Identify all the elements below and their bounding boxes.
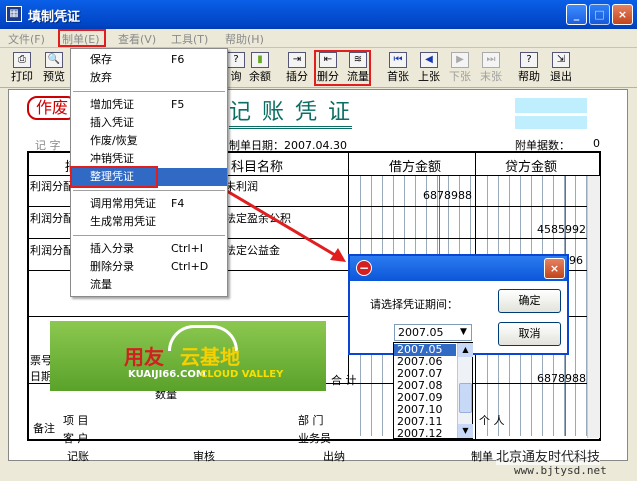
menu-item-add-voucher[interactable]: 增加凭证 F5 (71, 96, 227, 114)
scroll-down-icon[interactable]: ▼ (458, 424, 473, 438)
chevron-down-icon: ▼ (460, 327, 467, 337)
menu-item-cashflow[interactable]: 流量 (71, 276, 227, 294)
menu-separator (73, 190, 225, 191)
period-options-list: 2007.05 2007.06 2007.07 2007.08 2007.09 … (393, 342, 473, 440)
menu-separator (73, 235, 225, 236)
annotation-box-menu-item (70, 166, 158, 188)
dialog-title-bar: − × (350, 256, 567, 281)
menu-item-discard[interactable]: 放弃 (71, 69, 227, 87)
menu-item-save[interactable]: 保存 F6 (71, 51, 227, 69)
menu-item-insert-voucher[interactable]: 插入凭证 (71, 114, 227, 132)
menu-item-create-template[interactable]: 生成常用凭证 (71, 213, 227, 231)
watermark-url: www.bjtysd.net (514, 464, 607, 477)
scroll-up-icon[interactable]: ▲ (458, 343, 473, 357)
menu-separator (73, 91, 225, 92)
menu-item-delete-entry[interactable]: 删除分录 Ctrl+D (71, 258, 227, 276)
menu-item-insert-entry[interactable]: 插入分录 Ctrl+I (71, 240, 227, 258)
cancel-button[interactable]: 取消 (498, 322, 561, 346)
dialog-prompt: 请选择凭证期间： (370, 298, 458, 311)
period-dialog: − × 请选择凭证期间： 确定 取消 2007.05 ▼ (348, 254, 569, 355)
menu-item-use-template[interactable]: 调用常用凭证 F4 (71, 195, 227, 213)
options-scrollbar[interactable]: ▲ ▼ (457, 343, 473, 438)
stop-icon: − (356, 260, 372, 276)
menu-item-void-restore[interactable]: 作废/恢复 (71, 132, 227, 150)
period-select[interactable]: 2007.05 ▼ (394, 324, 472, 341)
ok-button[interactable]: 确定 (498, 289, 561, 313)
period-select-value: 2007.05 (398, 326, 444, 339)
period-option[interactable]: 2007.12 (394, 428, 456, 440)
watermark-name: 北京通友时代科技 (496, 446, 601, 465)
dialog-close-button[interactable]: × (544, 258, 565, 279)
scroll-thumb[interactable] (459, 383, 472, 413)
